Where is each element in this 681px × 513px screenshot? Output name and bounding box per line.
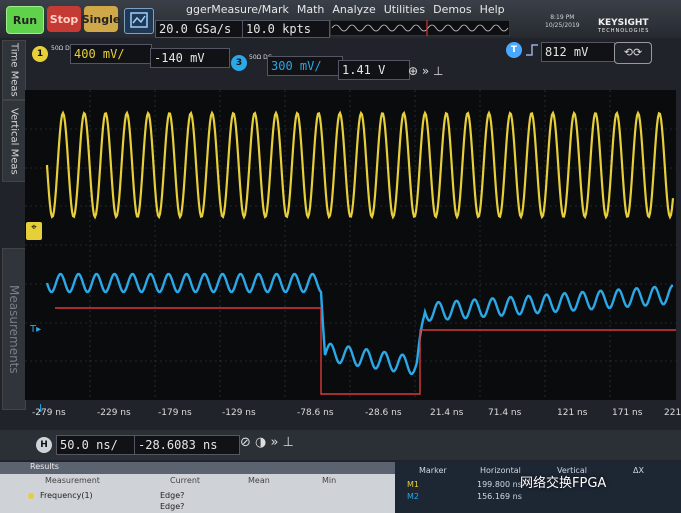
sample-rate-readout[interactable]: 20.0 GSa/s <box>155 20 245 38</box>
timebase-position[interactable]: -28.6083 ns <box>134 435 240 455</box>
markers-col-horizontal: Horizontal <box>480 466 521 475</box>
time-tick: 71.4 ns <box>488 408 522 418</box>
menu-bar: ggerMeasure/Mark Math Analyze Utilities … <box>186 3 505 16</box>
channel-3-scale[interactable]: 300 mV/ <box>267 56 343 76</box>
marker-row-horizontal: 199.800 ns <box>477 480 522 489</box>
watermark: 网络交换FPGA <box>520 476 607 491</box>
results-row-current: Edge? <box>160 502 185 511</box>
trigger-level-marker[interactable]: T▸ <box>30 324 41 335</box>
marker-row-horizontal: 156.169 ns <box>477 492 522 501</box>
trigger-level[interactable]: 812 mV <box>541 42 615 62</box>
channel-1-offset[interactable]: -140 mV <box>150 48 230 68</box>
stop-button[interactable]: Stop <box>47 6 81 32</box>
marker-row-name[interactable]: M1 <box>407 480 419 489</box>
time-tick: -279 ns <box>32 408 66 418</box>
results-col-min: Min <box>322 476 337 485</box>
menu-utilities[interactable]: Utilities <box>384 3 425 16</box>
acquisition-overview-strip[interactable] <box>330 20 510 36</box>
brand-name: KEYSIGHT <box>598 18 649 28</box>
time-tick: 221 <box>664 408 681 418</box>
menu-math[interactable]: Math <box>297 3 325 16</box>
time-tick: -179 ns <box>158 408 192 418</box>
trigger-badge[interactable]: T <box>506 42 522 58</box>
time-tick: 171 ns <box>612 408 643 418</box>
channel-3-badge[interactable]: 3 <box>231 55 247 71</box>
menu-demos[interactable]: Demos <box>433 3 471 16</box>
trigger-edge-icon <box>526 44 538 56</box>
results-row-name[interactable]: Frequency(1) <box>40 491 93 500</box>
zoom-controls-icon[interactable]: ⊘ ◑ » ⊥ <box>240 435 294 450</box>
channel-1-ground-marker[interactable]: ⌖ <box>26 222 42 240</box>
time-tick: -129 ns <box>222 408 256 418</box>
trigger-slope-icon[interactable]: ⟲⟳ <box>614 42 652 64</box>
brand-sub: TECHNOLOGIES <box>598 28 650 34</box>
memory-depth-readout[interactable]: 10.0 kpts <box>242 20 330 38</box>
marker-row-name[interactable]: M2 <box>407 492 419 501</box>
results-col-measurement: Measurement <box>45 476 100 485</box>
time-tick: -28.6 ns <box>365 408 402 418</box>
channel-1-badge[interactable]: 1 <box>32 46 48 62</box>
timebase-scale[interactable]: 50.0 ns/ <box>56 435 136 455</box>
clock-date: 10/25/2019 <box>545 22 580 29</box>
autoscale-icon[interactable] <box>124 8 154 34</box>
channel-3-offset[interactable]: 1.41 V <box>338 60 410 80</box>
time-tick: -78.6 ns <box>297 408 334 418</box>
channel-add-icon[interactable]: ⊕ » ⊥ <box>408 64 443 78</box>
oscilloscope-screen: Run Stop Single 20.0 GSa/s 10.0 kpts gge… <box>0 0 681 513</box>
results-title: Results <box>0 462 395 474</box>
results-col-current: Current <box>170 476 201 485</box>
horizontal-badge[interactable]: H <box>36 437 52 453</box>
clock-time: 8:19 PM <box>550 14 575 21</box>
channel-1-scale[interactable]: 400 mV/ <box>70 44 152 64</box>
time-tick: 21.4 ns <box>430 408 464 418</box>
markers-col-marker: Marker <box>419 466 447 475</box>
tab-measurements[interactable]: Measurements <box>2 248 26 410</box>
top-toolbar: Run Stop Single 20.0 GSa/s 10.0 kpts gge… <box>0 0 681 38</box>
menu-help[interactable]: Help <box>480 3 505 16</box>
results-row-current: Edge? <box>160 491 185 500</box>
waveform-display[interactable] <box>25 90 676 400</box>
menu-analyze[interactable]: Analyze <box>332 3 375 16</box>
time-tick: 121 ns <box>557 408 588 418</box>
markers-col-dx: ΔX <box>633 466 644 475</box>
time-tick: -229 ns <box>97 408 131 418</box>
channel-1-trace <box>45 110 675 220</box>
single-button[interactable]: Single <box>82 6 120 32</box>
timebase-bar: H 50.0 ns/ -28.6083 ns ⊘ ◑ » ⊥ <box>0 430 681 460</box>
channel-3-trace <box>45 272 673 376</box>
menu-measure-mark[interactable]: ggerMeasure/Mark <box>186 3 289 16</box>
tab-time-meas[interactable]: Time Meas <box>2 40 26 100</box>
brand-logo: KEYSIGHT TECHNOLOGIES <box>598 18 649 34</box>
results-col-mean: Mean <box>248 476 270 485</box>
clock: 8:19 PM 10/25/2019 <box>545 14 580 30</box>
run-button[interactable]: Run <box>6 6 44 34</box>
channel-1-dot-icon <box>28 493 34 499</box>
tab-vertical-meas[interactable]: Vertical Meas <box>2 100 26 182</box>
